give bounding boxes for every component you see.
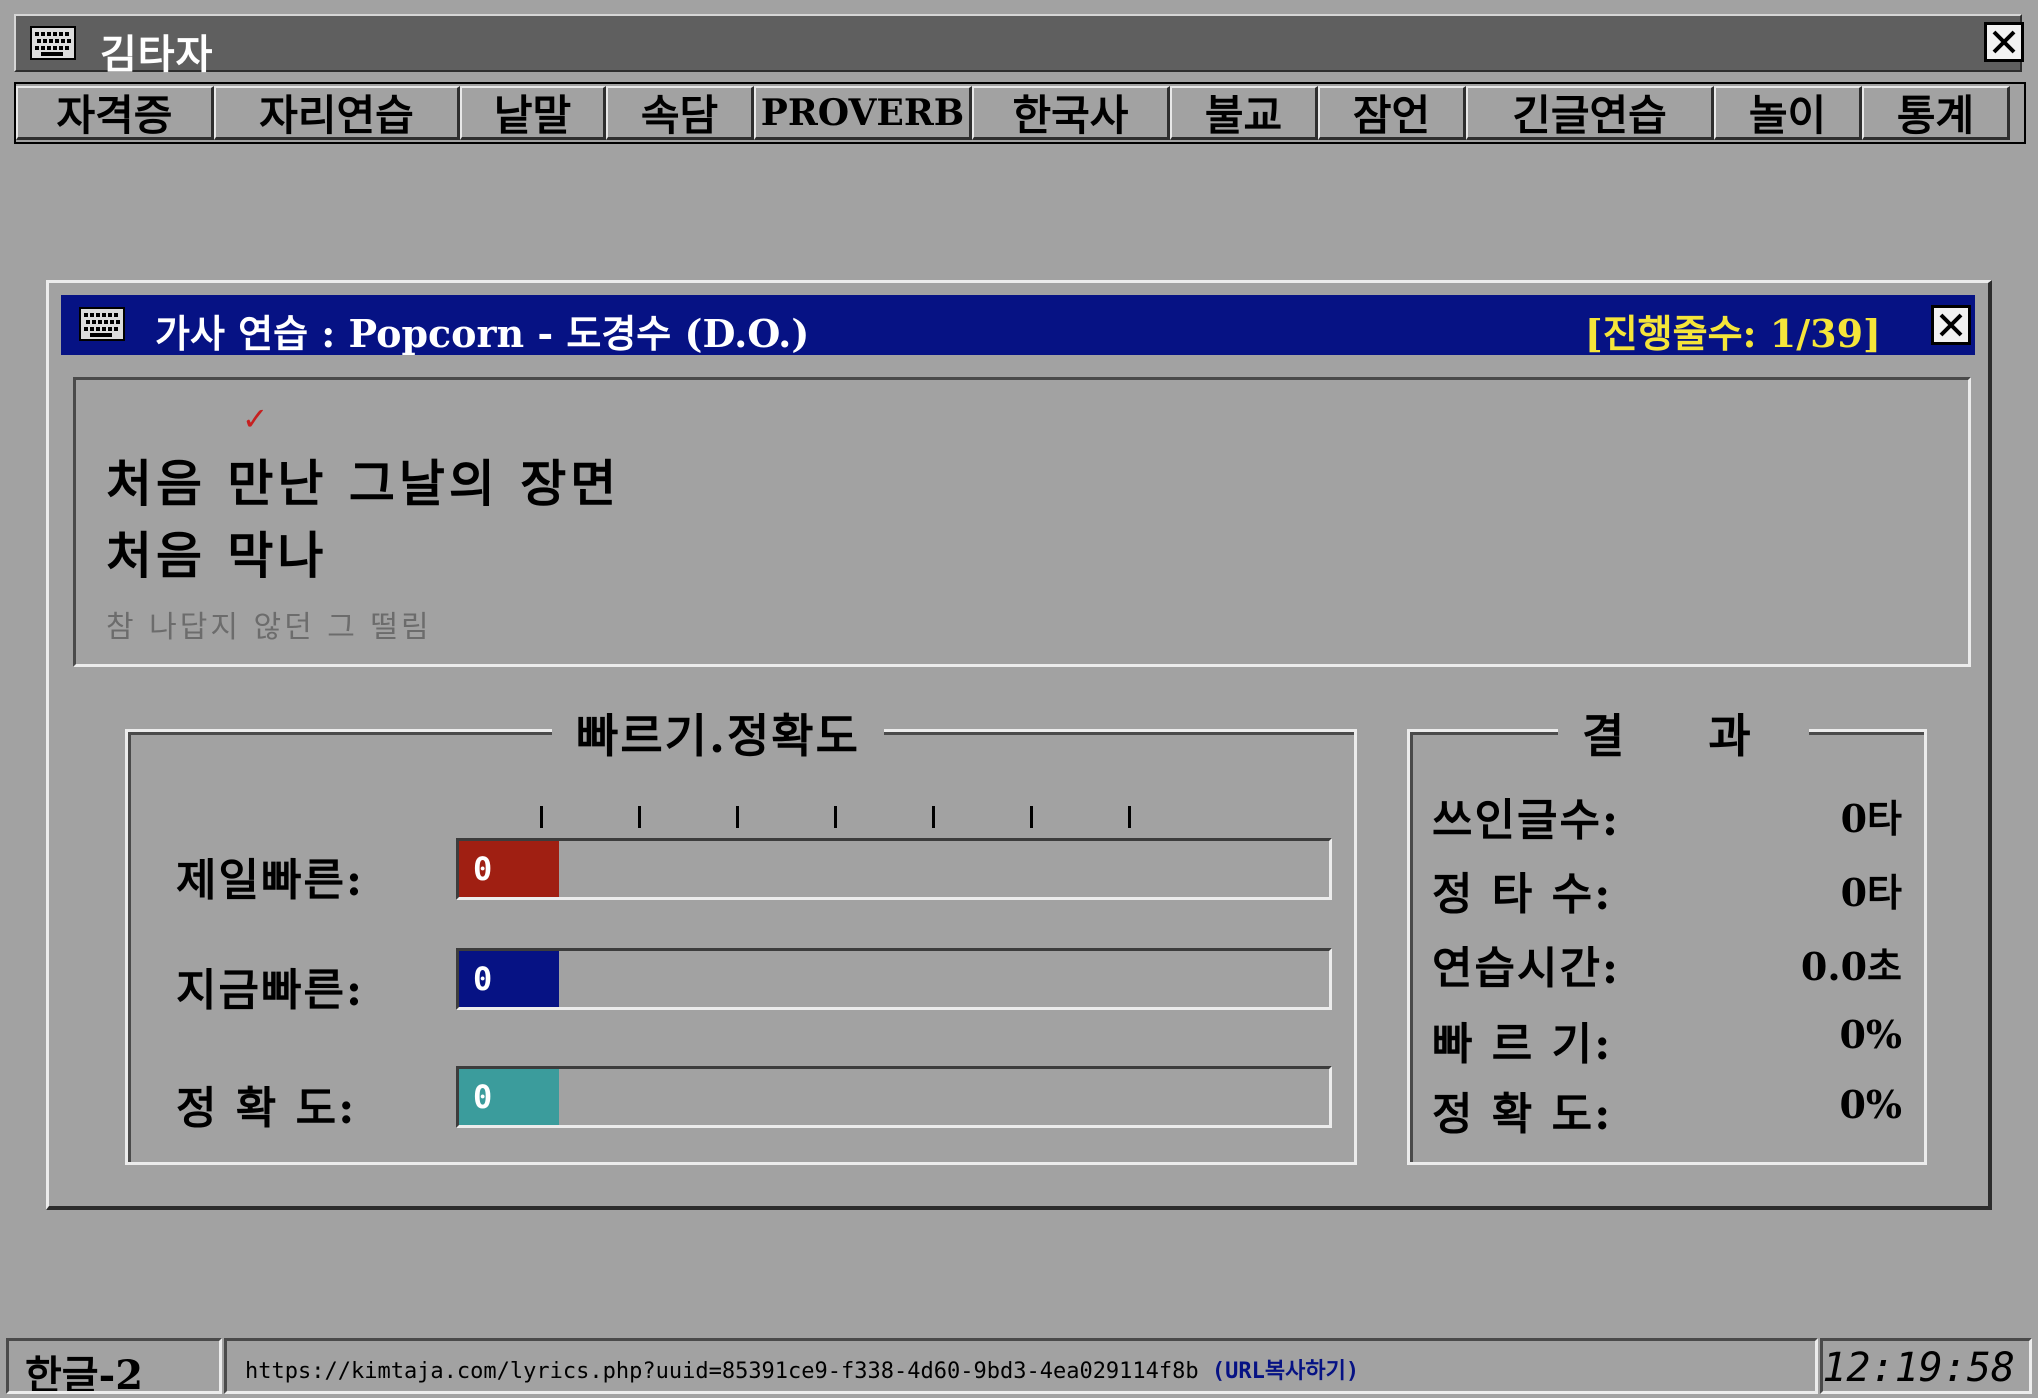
best-speed-label: 제일빠른:	[176, 855, 365, 906]
keyboard-icon	[79, 307, 125, 341]
menu-proverb-english[interactable]: PROVERB	[754, 86, 972, 140]
menu-proverbs-bible[interactable]: 잠언	[1318, 86, 1466, 140]
accuracy-bar: 0	[456, 1066, 1332, 1128]
current-speed-value: 0	[473, 960, 493, 998]
input-mode-label: 한글-2	[25, 1352, 144, 1394]
accuracy-value: 0	[473, 1078, 493, 1116]
best-speed-fill: 0	[459, 841, 559, 897]
menu-certificate[interactable]: 자격증	[16, 86, 214, 140]
accuracy-label: 정 확 도:	[176, 1083, 357, 1134]
upcoming-lyric-line: 참 나답지 않던 그 떨림	[106, 610, 432, 645]
app-titlebar: 김타자	[14, 14, 2024, 78]
result-label: 연습시간:	[1432, 943, 1621, 994]
best-speed-value: 0	[473, 850, 493, 888]
scale-tick	[1128, 806, 1131, 828]
dialog-title: 가사 연습 : Popcorn - 도경수 (D.O.)	[155, 311, 810, 356]
dialog-close-button[interactable]	[1931, 305, 1971, 345]
result-value: 0%	[1839, 1012, 1902, 1057]
menu-statistics[interactable]: 통계	[1862, 86, 2010, 140]
result-row-chars: 쓰인글수: 0타	[1432, 784, 1902, 846]
accuracy-fill: 0	[459, 1069, 559, 1125]
menu-bar: 자격증 자리연습 낱말 속담 PROVERB 한국사 불교 잠언 긴글연습 놀이…	[14, 82, 2026, 144]
close-icon	[1939, 313, 1963, 337]
result-row-correct: 정 타 수: 0타	[1432, 858, 1902, 920]
clock: 12:19:58	[1822, 1345, 2015, 1391]
scale-tick	[638, 806, 641, 828]
menu-words[interactable]: 낱말	[460, 86, 606, 140]
current-speed-label: 지금빠른:	[176, 965, 365, 1016]
scale-tick	[834, 806, 837, 828]
result-label: 정 확 도:	[1432, 1089, 1613, 1140]
result-value: 0%	[1839, 1082, 1902, 1127]
scale-tick	[1030, 806, 1033, 828]
close-icon	[1992, 30, 2016, 54]
speed-accuracy-group: 빠르기.정확도 제일빠른: 0 지금빠른: 0 정 확 도: 0	[125, 700, 1357, 1165]
input-mode-indicator[interactable]: 한글-2	[6, 1338, 222, 1394]
scale-tick	[540, 806, 543, 828]
status-bar: 한글-2 https://kimtaja.com/lyrics.php?uuid…	[0, 1336, 2038, 1398]
cursor-check-icon: ✓	[244, 398, 266, 439]
result-row-speed: 빠 르 기: 0%	[1432, 1008, 1902, 1070]
result-label: 쓰인글수:	[1432, 795, 1621, 846]
menu-position-practice[interactable]: 자리연습	[214, 86, 460, 140]
menu-korean-history[interactable]: 한국사	[972, 86, 1170, 140]
dialog-titlebar: 가사 연습 : Popcorn - 도경수 (D.O.) [진행줄수: 1/39…	[61, 295, 1975, 356]
lyrics-panel[interactable]: ✓ 처음 만난 그날의 장면 처음 막나 참 나답지 않던 그 떨림	[73, 377, 1971, 667]
current-lyric-line: 처음 만난 그날의 장면	[106, 454, 621, 513]
share-url: https://kimtaja.com/lyrics.php?uuid=8539…	[245, 1359, 1199, 1384]
app-close-button[interactable]	[1984, 22, 2024, 62]
share-url-cell: https://kimtaja.com/lyrics.php?uuid=8539…	[224, 1338, 1818, 1394]
current-speed-bar: 0	[456, 948, 1332, 1010]
lyrics-practice-dialog: 가사 연습 : Popcorn - 도경수 (D.O.) [진행줄수: 1/39…	[46, 280, 1992, 1210]
app-title: 김타자	[100, 31, 214, 78]
menu-games[interactable]: 놀이	[1714, 86, 1862, 140]
scale-tick	[932, 806, 935, 828]
menu-buddhism[interactable]: 불교	[1170, 86, 1318, 140]
scale-ticks	[540, 806, 1136, 828]
scale-tick	[736, 806, 739, 828]
clock-cell: 12:19:58	[1820, 1338, 2032, 1394]
result-value: 0타	[1840, 796, 1902, 841]
keyboard-icon	[30, 26, 76, 60]
result-label: 정 타 수:	[1432, 869, 1613, 920]
current-speed-fill: 0	[459, 951, 559, 1007]
speed-accuracy-title: 빠르기.정확도	[552, 700, 884, 766]
menu-proverbs[interactable]: 속담	[606, 86, 754, 140]
result-row-time: 연습시간: 0.0초	[1432, 932, 1902, 994]
result-value: 0타	[1840, 870, 1902, 915]
copy-url-link[interactable]: (URL복사하기)	[1212, 1359, 1359, 1384]
menu-long-text[interactable]: 긴글연습	[1466, 86, 1714, 140]
result-value: 0.0초	[1800, 944, 1902, 989]
results-group: 결 과 쓰인글수: 0타 정 타 수: 0타 연습시간: 0.0초 빠 르 기:…	[1407, 700, 1927, 1165]
result-row-accuracy: 정 확 도: 0%	[1432, 1078, 1902, 1140]
typed-input-line[interactable]: 처음 막나	[106, 516, 327, 588]
line-progress: [진행줄수: 1/39]	[1584, 311, 1881, 356]
result-label: 빠 르 기:	[1432, 1019, 1613, 1070]
results-title: 결 과	[1558, 700, 1809, 766]
best-speed-bar: 0	[456, 838, 1332, 900]
